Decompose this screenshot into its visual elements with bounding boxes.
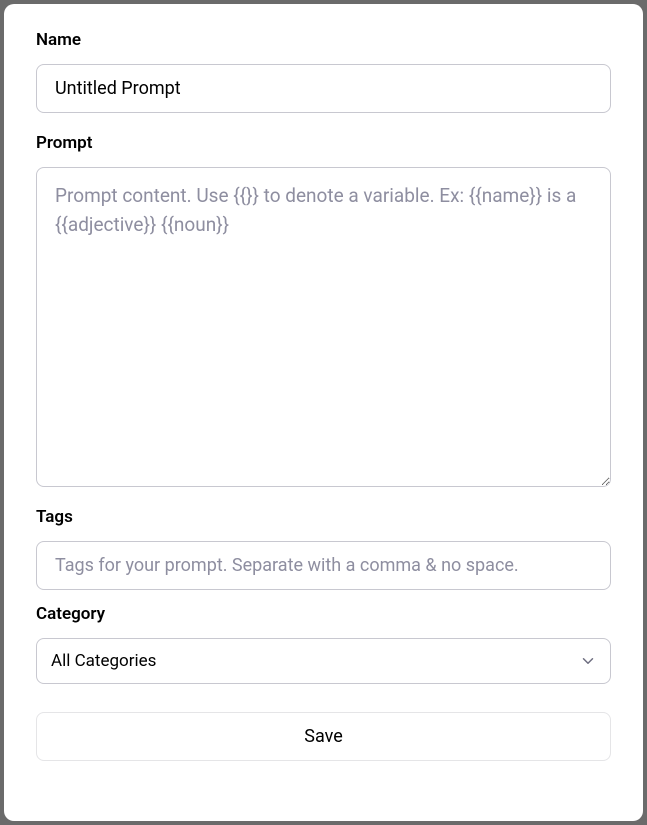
name-label: Name (36, 30, 611, 50)
category-group: Category All Categories (36, 610, 611, 684)
category-select-wrapper: All Categories (36, 638, 611, 684)
save-button[interactable]: Save (36, 712, 611, 761)
prompt-textarea[interactable] (36, 167, 611, 487)
name-group: Name (36, 30, 611, 113)
tags-input[interactable] (36, 541, 611, 590)
tags-group: Tags (36, 507, 611, 590)
tags-label: Tags (36, 507, 611, 527)
category-select[interactable]: All Categories (36, 638, 611, 684)
category-label: Category (36, 604, 611, 624)
name-input[interactable] (36, 64, 611, 113)
prompt-label: Prompt (36, 133, 611, 153)
prompt-editor-modal: Name Prompt Tags Category All Categories… (4, 4, 643, 821)
prompt-group: Prompt (36, 133, 611, 487)
